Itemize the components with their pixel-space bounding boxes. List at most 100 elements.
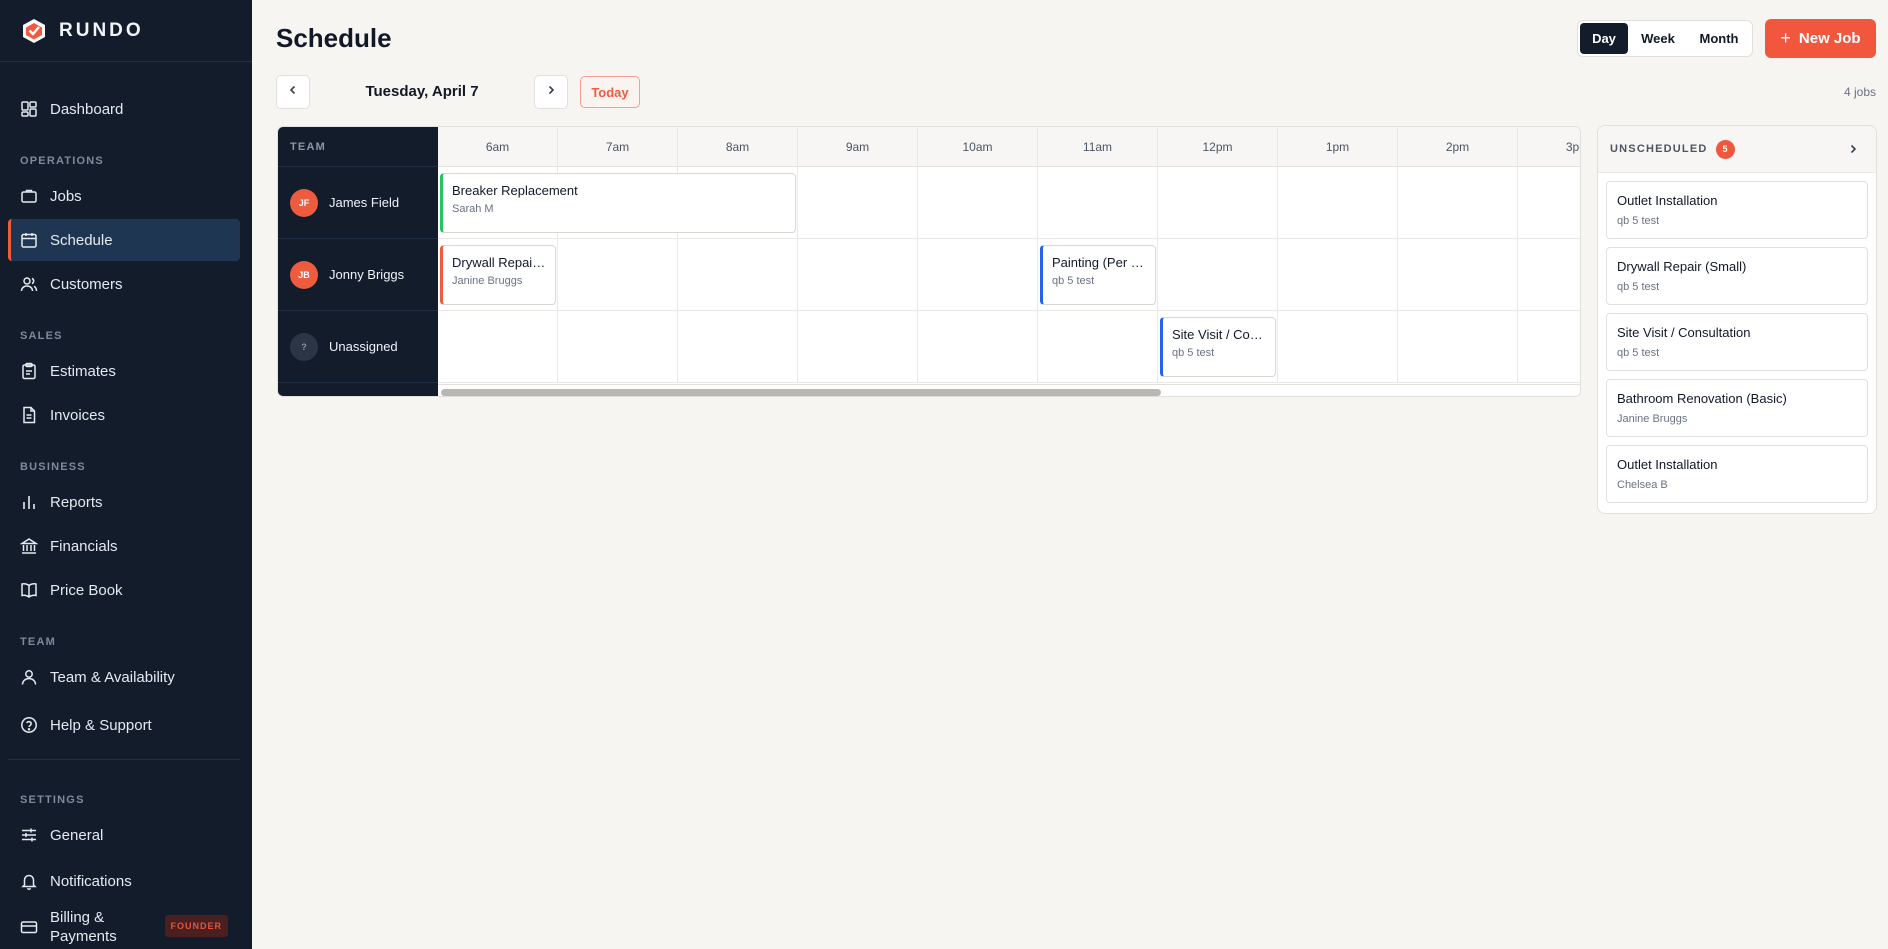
avatar: JB — [290, 260, 318, 289]
document-icon — [20, 406, 38, 424]
sidebar-item-label: Financials — [50, 537, 118, 555]
sidebar-item-invoices[interactable]: Invoices — [8, 394, 240, 436]
schedule-cell[interactable] — [1278, 167, 1398, 239]
avatar: JF — [290, 188, 318, 217]
schedule-cell[interactable] — [1278, 239, 1398, 311]
schedule-cell[interactable] — [798, 239, 918, 311]
sidebar-item-financials[interactable]: Financials — [8, 525, 240, 567]
view-day-button[interactable]: Day — [1580, 23, 1628, 54]
schedule-cell[interactable] — [1038, 167, 1158, 239]
schedule-cell[interactable] — [1518, 311, 1580, 383]
job-title: Outlet Installation — [1617, 193, 1718, 208]
sidebar-item-label: Notifications — [50, 872, 132, 890]
sidebar-item-dashboard[interactable]: Dashboard — [8, 88, 240, 130]
job-title: Outlet Installation — [1617, 457, 1718, 472]
schedule-cell[interactable] — [1518, 167, 1580, 239]
job-block-breaker-replacement[interactable]: Breaker Replacement Sarah M — [440, 173, 796, 233]
sidebar-item-team-availability[interactable]: Team & Availability — [8, 656, 240, 698]
schedule-cell[interactable] — [1158, 167, 1278, 239]
sidebar-item-help-support[interactable]: Help & Support — [8, 704, 240, 746]
sidebar-item-estimates[interactable]: Estimates — [8, 350, 240, 392]
schedule-cell[interactable] — [1278, 311, 1398, 383]
hour-header: 11am — [1038, 127, 1158, 167]
view-week-button[interactable]: Week — [1628, 23, 1688, 54]
job-block-site-visit[interactable]: Site Visit / Consultation qb 5 test — [1160, 317, 1276, 377]
schedule-cell[interactable] — [798, 167, 918, 239]
view-toggle: Day Week Month — [1577, 20, 1753, 57]
unscheduled-title: UNSCHEDULED — [1610, 143, 1708, 155]
page-title: Schedule — [276, 23, 392, 53]
job-block-painting[interactable]: Painting (Per Room) qb 5 test — [1040, 245, 1156, 305]
briefcase-icon — [20, 187, 38, 205]
sidebar-item-label: Customers — [50, 275, 123, 293]
schedule-cell[interactable] — [558, 239, 678, 311]
schedule-cell[interactable] — [1398, 167, 1518, 239]
team-row-james-field: JF James Field — [278, 167, 438, 239]
horizontal-scrollbar[interactable] — [438, 384, 1580, 396]
schedule-cell[interactable] — [1398, 239, 1518, 311]
unscheduled-count-badge: 5 — [1715, 139, 1735, 159]
unscheduled-panel: UNSCHEDULED 5 Outlet Installation qb 5 t… — [1597, 125, 1877, 514]
unscheduled-job-card[interactable]: Outlet Installation Chelsea B — [1606, 445, 1868, 503]
next-day-button[interactable] — [534, 75, 568, 109]
rundo-logo-icon[interactable] — [21, 18, 47, 44]
schedule-cell[interactable] — [918, 239, 1038, 311]
team-column: TEAM JF James Field JB Jonny Briggs ? Un… — [278, 127, 438, 396]
schedule-cell[interactable] — [678, 311, 798, 383]
hour-header: 9am — [798, 127, 918, 167]
view-month-button[interactable]: Month — [1688, 23, 1750, 54]
today-button[interactable]: Today — [580, 76, 640, 108]
sidebar-item-label: Help & Support — [50, 716, 152, 734]
schedule-cell[interactable] — [438, 311, 558, 383]
schedule-cell[interactable] — [798, 311, 918, 383]
sidebar-item-reports[interactable]: Reports — [8, 481, 240, 523]
schedule-cell[interactable] — [1398, 311, 1518, 383]
schedule-cell[interactable] — [678, 239, 798, 311]
new-job-button[interactable]: + New Job — [1765, 19, 1876, 58]
billing-label-line2: Payments — [50, 928, 117, 945]
sidebar-item-notifications[interactable]: Notifications — [8, 860, 240, 902]
job-title: Drywall Repair (Small) — [452, 255, 546, 270]
dashboard-icon — [20, 100, 38, 118]
schedule-cell[interactable] — [1038, 311, 1158, 383]
unscheduled-job-card[interactable]: Bathroom Renovation (Basic) Janine Brugg… — [1606, 379, 1868, 437]
bank-icon — [20, 537, 38, 555]
hour-header: 12pm — [1158, 127, 1278, 167]
sidebar-item-jobs[interactable]: Jobs — [8, 175, 240, 217]
unscheduled-job-card[interactable]: Drywall Repair (Small) qb 5 test — [1606, 247, 1868, 305]
sidebar-item-price-book[interactable]: Price Book — [8, 569, 240, 611]
unscheduled-job-card[interactable]: Outlet Installation qb 5 test — [1606, 181, 1868, 239]
job-block-drywall-repair[interactable]: Drywall Repair (Small) Janine Bruggs — [440, 245, 556, 305]
scrollbar-thumb[interactable] — [441, 389, 1161, 396]
schedule-cell[interactable] — [558, 311, 678, 383]
hour-header: 7am — [558, 127, 678, 167]
sidebar-item-label: Reports — [50, 493, 103, 511]
job-customer: Janine Bruggs — [452, 275, 523, 287]
bar-chart-icon — [20, 493, 38, 511]
hour-header: 3pm — [1518, 127, 1580, 167]
job-customer: qb 5 test — [1172, 347, 1215, 359]
sidebar-item-general[interactable]: General — [8, 814, 240, 856]
unscheduled-job-card[interactable]: Site Visit / Consultation qb 5 test — [1606, 313, 1868, 371]
brand: RUNDO — [0, 0, 252, 62]
schedule-cell[interactable] — [1158, 239, 1278, 311]
schedule-cell[interactable] — [918, 311, 1038, 383]
nav-section-settings: SETTINGS — [20, 794, 85, 806]
credit-card-icon — [20, 918, 38, 936]
bell-icon — [20, 872, 38, 890]
schedule-cell[interactable] — [1518, 239, 1580, 311]
schedule-cell[interactable] — [918, 167, 1038, 239]
sidebar-item-customers[interactable]: Customers — [8, 263, 240, 305]
job-customer: qb 5 test — [1617, 347, 1660, 359]
job-title: Site Visit / Consultation — [1172, 327, 1266, 342]
chevron-right-icon[interactable] — [1844, 140, 1862, 158]
job-count: 4 jobs — [1843, 85, 1876, 99]
calendar-icon — [20, 231, 38, 249]
sidebar-item-label: Team & Availability — [50, 668, 175, 686]
user-icon — [20, 668, 38, 686]
job-customer: qb 5 test — [1617, 215, 1660, 227]
unscheduled-header: UNSCHEDULED 5 — [1598, 126, 1876, 173]
nav-section-operations: OPERATIONS — [20, 155, 104, 167]
sidebar-item-schedule[interactable]: Schedule — [8, 219, 240, 261]
sliders-icon — [20, 826, 38, 844]
